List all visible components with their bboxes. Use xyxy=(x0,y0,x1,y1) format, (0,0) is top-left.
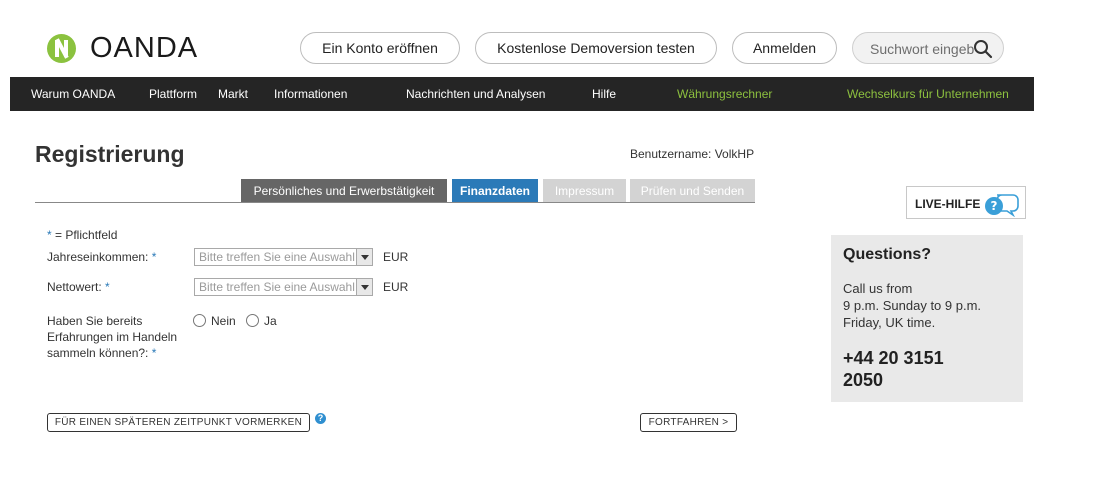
net-worth-label: Nettowert: * xyxy=(47,279,110,295)
phone-number-line: 2050 xyxy=(843,370,884,390)
tab-persoenliches[interactable]: Persönliches und Erwerbstätigkeit xyxy=(241,179,447,202)
required-note: * = Pflichtfeld xyxy=(47,228,117,242)
required-star: * xyxy=(151,346,157,360)
oanda-logo-icon xyxy=(47,33,76,63)
annual-income-label-text: Jahreseinkommen: xyxy=(47,250,152,264)
call-hours-line: Friday, UK time. xyxy=(843,315,936,330)
experience-label-line: Erfahrungen im Handeln xyxy=(47,330,178,344)
chat-bubble-icon: ? xyxy=(985,194,1019,217)
net-worth-label-text: Nettowert: xyxy=(47,280,106,294)
phone-number-line: +44 20 3151 xyxy=(843,348,944,368)
call-hours-line: 9 p.m. Sunday to 9 p.m. xyxy=(843,298,982,313)
nav-item-informationen[interactable]: Informationen xyxy=(274,87,347,101)
call-hours-line: Call us from xyxy=(843,281,913,296)
chevron-down-icon[interactable] xyxy=(356,279,372,295)
live-help-button[interactable]: LIVE-HILFE ? xyxy=(906,186,1026,219)
continue-button[interactable]: FORTFAHREN > xyxy=(640,413,737,432)
demo-button[interactable]: Kostenlose Demoversion testen xyxy=(475,32,717,64)
nav-item-plattform[interactable]: Plattform xyxy=(149,87,197,101)
search-placeholder: Suchwort eingeb xyxy=(870,41,975,57)
experience-no-label[interactable]: Nein xyxy=(211,314,236,328)
required-note-text: = Pflichtfeld xyxy=(51,228,118,242)
open-account-button[interactable]: Ein Konto eröffnen xyxy=(300,32,460,64)
logo-text: OANDA xyxy=(90,31,199,64)
oanda-logo[interactable]: OANDA xyxy=(47,31,199,64)
net-worth-select[interactable]: Bitte treffen Sie eine Auswahl xyxy=(194,278,373,296)
annual-income-label: Jahreseinkommen: * xyxy=(47,249,156,265)
experience-no-radio[interactable] xyxy=(193,314,206,327)
tab-divider xyxy=(35,202,755,203)
experience-yes-label[interactable]: Ja xyxy=(264,314,277,328)
page-title: Registrierung xyxy=(35,141,185,167)
nav-item-waehrungsrechner[interactable]: Währungsrechner xyxy=(677,87,772,101)
nav-item-wechselkurs-unternehmen[interactable]: Wechselkurs für Unternehmen xyxy=(847,87,1009,101)
username-label: Benutzername: VolkHP xyxy=(630,147,755,161)
tab-impressum: Impressum xyxy=(543,179,626,202)
help-icon[interactable]: ? xyxy=(315,413,326,424)
nav-item-hilfe[interactable]: Hilfe xyxy=(592,87,616,101)
net-worth-currency: EUR xyxy=(383,280,409,294)
questions-panel: Questions? Call us from 9 p.m. Sunday to… xyxy=(831,235,1023,402)
chevron-down-icon[interactable] xyxy=(356,249,372,265)
annual-income-currency: EUR xyxy=(383,250,409,264)
nav-item-markt[interactable]: Markt xyxy=(218,87,248,101)
net-worth-value: Bitte treffen Sie eine Auswahl xyxy=(199,280,355,294)
required-star: * xyxy=(151,250,157,264)
search-input[interactable]: Suchwort eingeb xyxy=(852,32,1004,64)
tab-pruefen-senden: Prüfen und Senden xyxy=(630,179,755,202)
experience-label-line: sammeln können?: * xyxy=(47,345,177,361)
annual-income-select[interactable]: Bitte treffen Sie eine Auswahl xyxy=(194,248,373,266)
annual-income-value: Bitte treffen Sie eine Auswahl xyxy=(199,250,355,264)
nav-item-nachrichten[interactable]: Nachrichten und Analysen xyxy=(406,87,545,101)
search-icon[interactable] xyxy=(973,39,993,59)
svg-text:?: ? xyxy=(991,199,998,213)
experience-label-text: sammeln können?: xyxy=(47,346,152,360)
questions-title: Questions? xyxy=(843,246,932,263)
experience-label-line: Haben Sie bereits xyxy=(47,314,143,328)
nav-item-warum-oanda[interactable]: Warum OANDA xyxy=(31,87,115,101)
main-nav: Warum OANDA Plattform Markt Informatione… xyxy=(10,77,1034,111)
required-star: * xyxy=(105,280,110,294)
save-later-button[interactable]: FÜR EINEN SPÄTEREN ZEITPUNKT VORMERKEN xyxy=(47,413,310,432)
call-hours: Call us from 9 p.m. Sunday to 9 p.m. Fri… xyxy=(843,280,1011,331)
live-help-label: LIVE-HILFE xyxy=(915,197,981,211)
login-button[interactable]: Anmelden xyxy=(732,32,837,64)
tab-finanzdaten[interactable]: Finanzdaten xyxy=(452,179,538,202)
experience-label: Haben Sie bereits Erfahrungen im Handeln… xyxy=(47,313,177,361)
experience-yes-radio[interactable] xyxy=(246,314,259,327)
phone-number: +44 20 3151 2050 xyxy=(843,347,1011,391)
